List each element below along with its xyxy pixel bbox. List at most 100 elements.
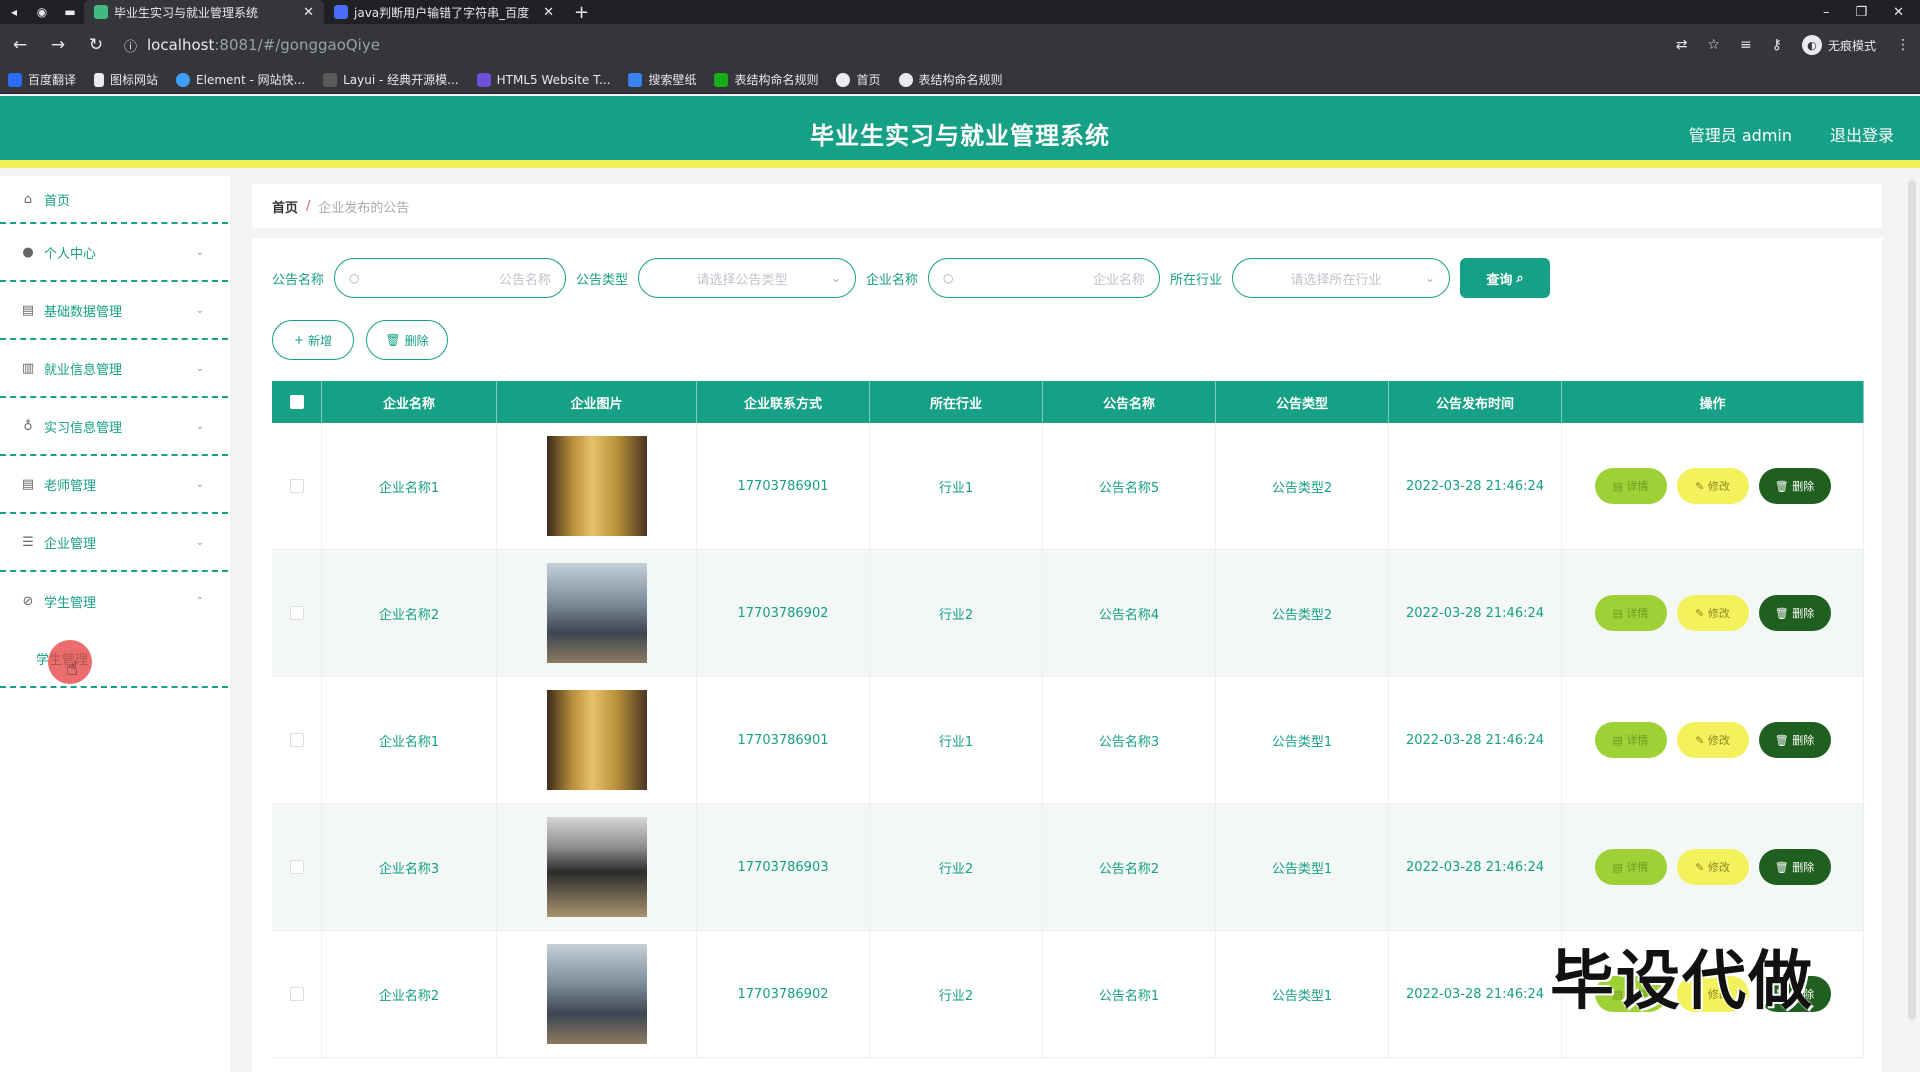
sidebar-item-profile[interactable]: ● 个人中心 ⌄ bbox=[0, 224, 228, 282]
sidebar-item-base-data[interactable]: ▤ 基础数据管理 ⌄ bbox=[0, 282, 228, 340]
publish-time-cell: 2022-03-28 21:46:24 bbox=[1389, 423, 1562, 549]
close-tab-icon[interactable]: ✕ bbox=[543, 5, 554, 20]
company-name-cell: 企业名称1 bbox=[322, 423, 497, 549]
bookmark-label: Layui - 经典开源模... bbox=[343, 73, 459, 87]
publish-time-cell: 2022-03-28 21:46:24 bbox=[1389, 550, 1562, 676]
url-field[interactable]: ⓘ localhost:8081/#/gonggaoQiye bbox=[124, 30, 1658, 60]
bookmark-item[interactable]: HTML5 Website T... bbox=[476, 72, 610, 87]
notice-name-cell: 公告名称2 bbox=[1043, 804, 1216, 930]
column-header[interactable]: 企业名称 bbox=[322, 381, 497, 423]
sidebar-item-teachers[interactable]: ▤ 老师管理 ⌄ bbox=[0, 456, 228, 514]
batch-delete-button[interactable]: 🗑 删除 bbox=[366, 320, 448, 360]
baidu-favicon-icon bbox=[334, 5, 348, 19]
bookmark-item[interactable]: 表结构命名规则 bbox=[898, 71, 1003, 88]
notice-name-input[interactable]: ○ 公告名称 bbox=[334, 258, 567, 298]
bookmark-item[interactable]: 搜索壁纸 bbox=[628, 71, 696, 88]
add-button[interactable]: + 新增 bbox=[272, 320, 354, 360]
sidebar-item-home[interactable]: ⌂ 首页 bbox=[0, 176, 228, 224]
window-icon[interactable]: ▬ bbox=[56, 0, 84, 24]
bookmarks-bar: 百度翻译 图标网站 Element - 网站快... Layui - 经典开源模… bbox=[0, 66, 1920, 94]
row-checkbox[interactable] bbox=[289, 987, 304, 1001]
minimize-icon[interactable]: – bbox=[1823, 5, 1830, 20]
page-scrollbar[interactable] bbox=[1908, 180, 1916, 1020]
delete-button[interactable]: 🗑 删除 bbox=[1758, 849, 1831, 885]
incognito-badge[interactable]: ◐ 无痕模式 bbox=[1801, 35, 1876, 55]
detail-button[interactable]: ▤ 详情 bbox=[1594, 849, 1667, 885]
industry-select[interactable]: 请选择所在行业 ⌄ bbox=[1232, 258, 1451, 298]
edit-button[interactable]: ✎ 修改 bbox=[1676, 722, 1749, 758]
breadcrumb-home[interactable]: 首页 bbox=[272, 197, 298, 216]
delete-button[interactable]: 🗑 删除 bbox=[1758, 468, 1831, 504]
chevron-down-icon: ⌄ bbox=[195, 420, 204, 432]
delete-button[interactable]: 🗑 删除 bbox=[1758, 595, 1831, 631]
bookmark-item[interactable]: 百度翻译 bbox=[8, 71, 76, 88]
translate-icon[interactable]: ⇄ bbox=[1676, 37, 1688, 53]
browser-tab[interactable]: java判断用户输错了字符串_百度 ✕ bbox=[324, 0, 564, 24]
edit-button[interactable]: ✎ 修改 bbox=[1676, 849, 1749, 885]
column-header[interactable]: 公告名称 bbox=[1043, 381, 1216, 423]
column-header[interactable]: 公告类型 bbox=[1216, 381, 1389, 423]
key-icon[interactable]: ⚷ bbox=[1772, 37, 1782, 53]
add-button-label: 新增 bbox=[308, 333, 333, 348]
star-icon[interactable]: ☆ bbox=[1707, 37, 1720, 53]
close-window-icon[interactable]: ✕ bbox=[1893, 5, 1904, 20]
notice-type-select[interactable]: 请选择公告类型 ⌄ bbox=[638, 258, 857, 298]
query-button[interactable]: 查询 ⌕ bbox=[1460, 258, 1551, 298]
new-tab-icon[interactable]: + bbox=[574, 2, 589, 23]
more-menu-icon[interactable]: ⋮ bbox=[1896, 37, 1910, 53]
forward-icon[interactable]: → bbox=[48, 35, 68, 55]
bookmark-item[interactable]: 首页 bbox=[836, 71, 881, 88]
close-tab-icon[interactable]: ✕ bbox=[303, 5, 314, 20]
detail-button[interactable]: ▤ 详情 bbox=[1594, 722, 1667, 758]
reading-list-icon[interactable]: ≡ bbox=[1740, 37, 1752, 53]
row-checkbox[interactable] bbox=[289, 479, 304, 493]
tab-title: java判断用户输错了字符串_百度 bbox=[354, 5, 530, 20]
detail-label: 详情 bbox=[1626, 607, 1649, 620]
breadcrumb: 首页 / 企业发布的公告 bbox=[252, 184, 1882, 228]
notice-name-cell: 公告名称1 bbox=[1043, 931, 1216, 1057]
logout-link[interactable]: 退出登录 bbox=[1830, 122, 1894, 146]
bookmark-item[interactable]: Layui - 经典开源模... bbox=[323, 71, 459, 88]
delete-button[interactable]: 🗑 删除 bbox=[1758, 722, 1831, 758]
vue-favicon-icon bbox=[94, 5, 108, 19]
chevron-down-icon: ⌄ bbox=[830, 271, 842, 285]
bookmark-item[interactable]: 图标网站 bbox=[94, 71, 158, 88]
sidebar-item-employment[interactable]: ▥ 就业信息管理 ⌄ bbox=[0, 340, 228, 398]
select-all-checkbox[interactable] bbox=[289, 395, 304, 409]
column-header[interactable]: 公告发布时间 bbox=[1389, 381, 1562, 423]
back-icon[interactable]: ← bbox=[10, 35, 30, 55]
edit-button[interactable]: ✎ 修改 bbox=[1676, 468, 1749, 504]
industry-cell: 行业2 bbox=[870, 804, 1043, 930]
column-header[interactable]: 所在行业 bbox=[870, 381, 1043, 423]
reload-icon[interactable]: ↻ bbox=[86, 35, 106, 55]
column-header[interactable]: 企业图片 bbox=[497, 381, 697, 423]
bookmark-item[interactable]: Element - 网站快... bbox=[176, 71, 305, 88]
company-name-cell: 企业名称2 bbox=[322, 550, 497, 676]
element-icon bbox=[176, 72, 191, 87]
row-checkbox[interactable] bbox=[289, 733, 304, 747]
column-header[interactable]: 企业联系方式 bbox=[697, 381, 870, 423]
back-audio-icon[interactable]: ◂ bbox=[0, 0, 28, 24]
chevron-down-icon: ⌄ bbox=[195, 478, 204, 490]
bookmark-item[interactable]: 表结构命名规则 bbox=[714, 71, 818, 88]
globe-icon bbox=[836, 72, 851, 87]
browser-tab-active[interactable]: 毕业生实习与就业管理系统 ✕ bbox=[84, 0, 324, 24]
info-icon[interactable]: ⓘ bbox=[124, 36, 137, 55]
incognito-label: 无痕模式 bbox=[1827, 38, 1876, 53]
bookmark-label: 图标网站 bbox=[110, 73, 159, 87]
detail-button[interactable]: ▤ 详情 bbox=[1594, 595, 1667, 631]
industry-cell: 行业1 bbox=[870, 677, 1043, 803]
sidebar-subitem-students[interactable]: 学生管理 bbox=[0, 630, 228, 688]
sidebar-item-internship[interactable]: ♁ 实习信息管理 ⌄ bbox=[0, 398, 228, 456]
row-checkbox[interactable] bbox=[289, 860, 304, 874]
edit-button[interactable]: ✎ 修改 bbox=[1676, 595, 1749, 631]
detail-button[interactable]: ▤ 详情 bbox=[1594, 468, 1667, 504]
watermark-text: 毕设代做 bbox=[1550, 945, 1814, 1019]
row-checkbox[interactable] bbox=[289, 606, 304, 620]
restore-icon[interactable]: ❐ bbox=[1855, 5, 1867, 20]
edit-label: 修改 bbox=[1707, 861, 1730, 874]
company-name-cell: 企业名称2 bbox=[322, 931, 497, 1057]
sidebar-item-companies[interactable]: ☰ 企业管理 ⌄ bbox=[0, 514, 228, 572]
company-name-input[interactable]: ○ 企业名称 bbox=[928, 258, 1161, 298]
sidebar-item-students[interactable]: ⊘ 学生管理 ⌃ bbox=[0, 572, 228, 630]
